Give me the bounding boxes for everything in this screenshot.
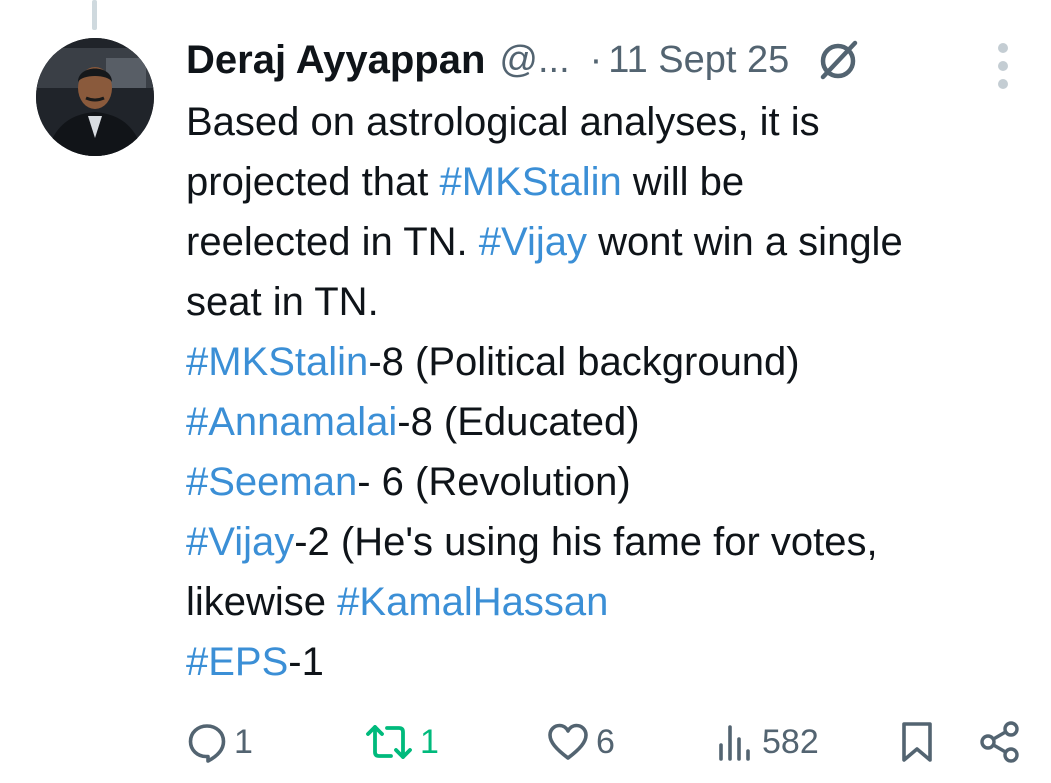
tweet-text-segment: Based on astrological analyses, it is — [186, 100, 820, 144]
tweet-text-segment: likewise — [186, 580, 338, 624]
tweet-line: #EPS-1 — [186, 632, 1036, 692]
tweet-text-segment: seat in TN. — [186, 280, 379, 324]
tweet-text-segment: - 6 (Revolution) — [357, 460, 631, 504]
tweet-line: reelected in TN. #Vijay wont win a singl… — [186, 212, 1036, 272]
author-handle[interactable]: @... — [499, 39, 569, 82]
thread-line — [92, 0, 97, 30]
tweet-header: Deraj Ayyappan @... · 11 Sept 25 — [186, 30, 1031, 90]
heart-icon — [546, 721, 590, 763]
repost-icon — [364, 721, 414, 763]
repost-button[interactable]: 1 — [364, 712, 439, 772]
grok-icon[interactable] — [817, 38, 861, 82]
tweet-line: #Seeman- 6 (Revolution) — [186, 452, 1036, 512]
tweet-text-segment: wont win a single — [586, 220, 903, 264]
author-name[interactable]: Deraj Ayyappan — [186, 38, 485, 83]
reply-icon — [186, 721, 228, 763]
tweet-line: #Annamalai-8 (Educated) — [186, 392, 1036, 452]
tweet-line: #MKStalin-8 (Political background) — [186, 332, 1036, 392]
views-button[interactable]: 582 — [716, 712, 819, 772]
action-bar: 1 1 6 582 — [186, 712, 1026, 772]
like-count: 6 — [596, 722, 615, 761]
tweet-text: Based on astrological analyses, it is pro… — [186, 92, 1036, 692]
bookmark-icon — [898, 720, 936, 764]
more-options-icon[interactable] — [995, 38, 1011, 99]
tweet-line: projected that #MKStalin will be — [186, 152, 1036, 212]
hashtag-link[interactable]: #Vijay — [479, 220, 587, 264]
hashtag-link[interactable]: #MKStalin — [440, 160, 622, 204]
views-count: 582 — [762, 722, 819, 761]
hashtag-link[interactable]: #Vijay — [186, 520, 294, 564]
avatar[interactable] — [36, 38, 154, 156]
share-icon — [978, 720, 1022, 764]
hashtag-link[interactable]: #Annamalai — [186, 400, 397, 444]
tweet-text-segment: will be — [621, 160, 745, 204]
tweet-text-segment: projected that — [186, 160, 440, 204]
hashtag-link[interactable]: #MKStalin — [186, 340, 368, 384]
repost-count: 1 — [420, 722, 439, 761]
hashtag-link[interactable]: #Seeman — [186, 460, 357, 504]
tweet-line: seat in TN. — [186, 272, 1036, 332]
tweet-date[interactable]: 11 Sept 25 — [608, 39, 789, 82]
views-icon — [716, 721, 756, 763]
reply-button[interactable]: 1 — [186, 712, 253, 772]
tweet-line: likewise #KamalHassan — [186, 572, 1036, 632]
tweet-line: #Vijay-2 (He's using his fame for votes, — [186, 512, 1036, 572]
tweet-text-segment: reelected in TN. — [186, 220, 479, 264]
bookmark-button[interactable] — [898, 712, 936, 772]
tweet-text-segment: -8 (Educated) — [397, 400, 640, 444]
like-button[interactable]: 6 — [546, 712, 615, 772]
hashtag-link[interactable]: #EPS — [186, 640, 288, 684]
tweet-text-segment: -1 — [288, 640, 324, 684]
reply-count: 1 — [234, 722, 253, 761]
hashtag-link[interactable]: #KamalHassan — [337, 580, 608, 624]
tweet-line: Based on astrological analyses, it is — [186, 92, 1036, 152]
share-button[interactable] — [978, 712, 1022, 772]
tweet-text-segment: -8 (Political background) — [368, 340, 800, 384]
separator-dot: · — [589, 38, 603, 81]
tweet-text-segment: -2 (He's using his fame for votes, — [294, 520, 878, 564]
